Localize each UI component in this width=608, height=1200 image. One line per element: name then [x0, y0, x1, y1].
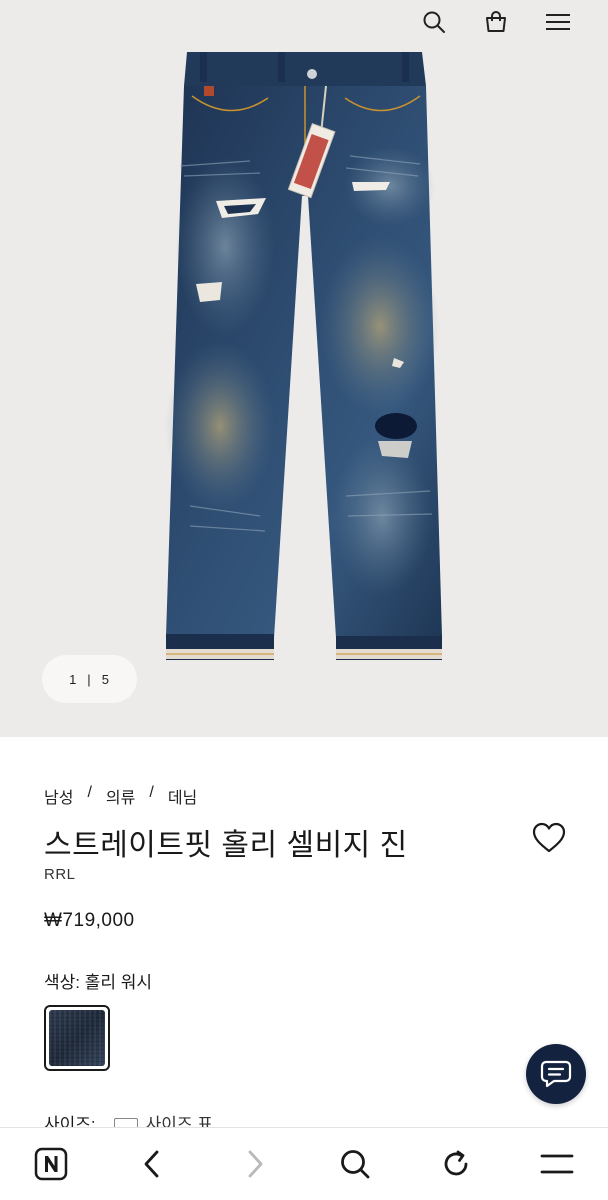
- counter-current: 1: [69, 671, 78, 687]
- refresh-icon[interactable]: [438, 1146, 474, 1182]
- counter-total: 5: [101, 671, 110, 687]
- search-icon[interactable]: [420, 8, 448, 36]
- wishlist-heart-icon[interactable]: [532, 822, 566, 854]
- color-label: 색상: 홀리 워시: [44, 973, 153, 992]
- breadcrumb: 남성 / 의류 / 데님: [44, 784, 197, 808]
- size-guide-label: 사이즈 표: [145, 1115, 213, 1128]
- size-label: 사이즈:: [44, 1115, 96, 1128]
- search-icon[interactable]: [337, 1146, 373, 1182]
- product-photo-jeans: [150, 46, 460, 666]
- image-counter: 1 | 5: [42, 655, 137, 703]
- color-swatch-selected[interactable]: [44, 1005, 110, 1071]
- product-title: 스트레이트핏 홀리 셀비지 진: [44, 829, 408, 862]
- back-arrow-icon[interactable]: [134, 1146, 170, 1182]
- menu-icon[interactable]: [544, 8, 572, 36]
- counter-separator: |: [87, 671, 92, 687]
- naver-home-icon[interactable]: [33, 1146, 69, 1182]
- shopping-bag-icon[interactable]: [482, 8, 510, 36]
- breadcrumb-item-denim[interactable]: 데님: [168, 784, 197, 808]
- header-icons: [420, 8, 572, 36]
- menu-icon[interactable]: [539, 1146, 575, 1182]
- breadcrumb-item-men[interactable]: 남성: [44, 784, 73, 808]
- forward-arrow-icon: [237, 1146, 273, 1182]
- color-swatch-image: [49, 1010, 105, 1066]
- size-row: 사이즈: 사이즈 표: [44, 1110, 213, 1128]
- product-image-gallery[interactable]: 1 | 5: [0, 0, 608, 737]
- breadcrumb-item-clothing[interactable]: 의류: [106, 784, 135, 808]
- browser-bottom-bar: [0, 1127, 608, 1200]
- size-guide-link[interactable]: 사이즈 표: [113, 1110, 213, 1128]
- product-brand[interactable]: RRL: [44, 866, 76, 883]
- breadcrumb-separator: /: [149, 784, 154, 801]
- chat-bubble-icon: [540, 1060, 572, 1088]
- breadcrumb-separator: /: [87, 784, 92, 801]
- product-price: ₩719,000: [44, 910, 135, 931]
- chat-button[interactable]: [526, 1044, 586, 1104]
